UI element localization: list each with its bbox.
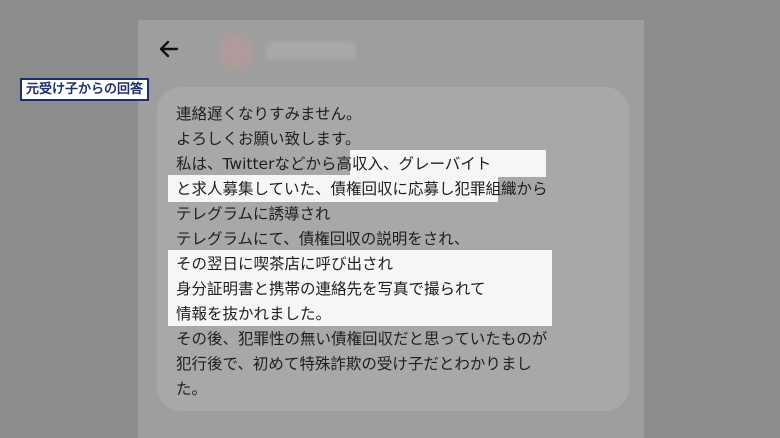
avatar[interactable] — [218, 34, 254, 70]
message-line: その翌日に喫茶店に呼び出され — [176, 255, 394, 273]
message-line: た。 — [176, 380, 208, 398]
arrow-left-icon — [159, 40, 179, 58]
message-line: 情報を抜かれました。 — [176, 305, 332, 323]
message-line: テレグラムにて、債権回収の説明をされ、 — [176, 230, 470, 248]
back-button[interactable] — [154, 34, 184, 64]
username-blurred — [266, 42, 356, 60]
caption-label: 元受け子からの回答 — [20, 78, 150, 101]
message-line: よろしくお願い致します。 — [176, 130, 361, 148]
message-line: 身分証明書と携帯の連絡先を写真で撮られて — [176, 280, 486, 298]
message-line: その後、犯罪性の無い債権回収だと思っていたものが — [176, 330, 548, 348]
message-line: と求人募集していた、債権回収に応募し犯罪組織から — [176, 180, 548, 198]
message-line: 犯行後で、初めて特殊詐欺の受け子だとわかりまし — [176, 355, 532, 373]
message-line: 私は、Twitterなどから高収入、グレーバイト — [176, 155, 492, 173]
message-line: 連絡遅くなりすみません。 — [176, 105, 362, 123]
message-line: テレグラムに誘導され — [176, 205, 331, 223]
